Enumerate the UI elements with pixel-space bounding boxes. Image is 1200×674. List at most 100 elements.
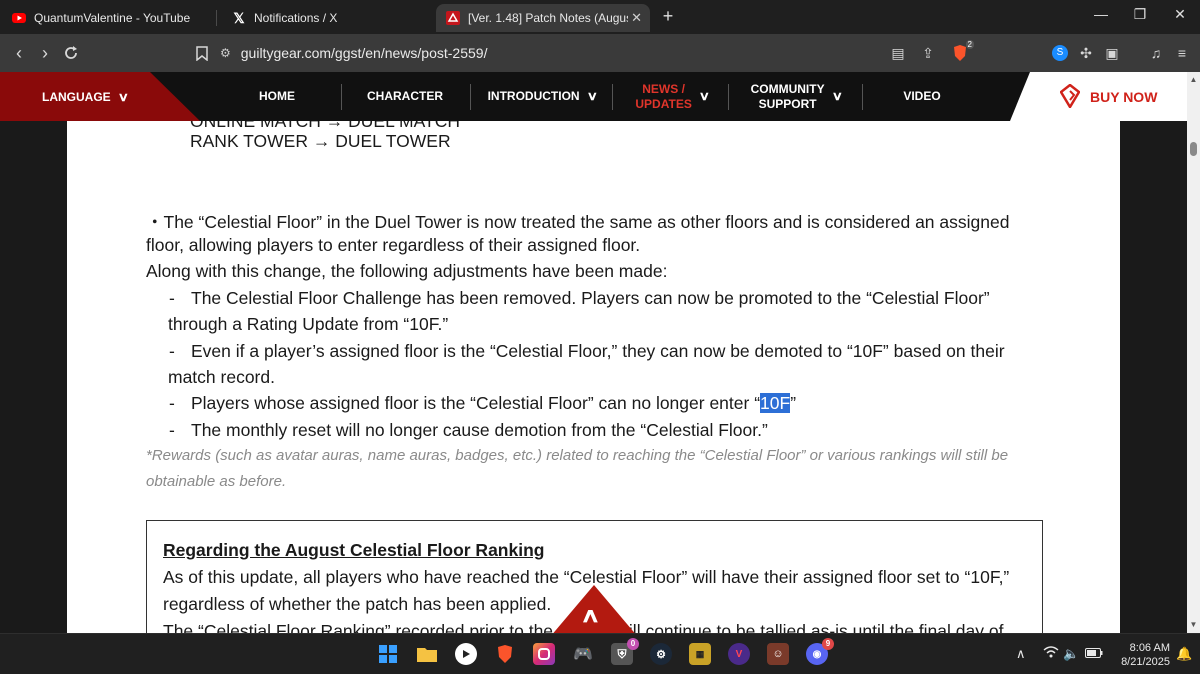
site-info-icon[interactable]: ⚙	[220, 46, 231, 60]
para1-line3: Along with this change, the following ad…	[146, 261, 668, 281]
tab-youtube[interactable]: QuantumValentine - YouTube	[2, 4, 202, 32]
chevron-down-icon: ∨	[698, 89, 710, 103]
security-icon[interactable]: ⛨ 0	[611, 638, 639, 665]
back-button[interactable]: ‹	[8, 42, 30, 64]
close-window-icon[interactable]: ✕	[1168, 6, 1192, 23]
discord-icon[interactable]: ◉ 9	[806, 638, 834, 665]
buy-now-label: BUY NOW	[1090, 88, 1158, 105]
forward-button[interactable]: ›	[34, 42, 56, 64]
discord-notification-badge: 9	[822, 638, 834, 650]
nav-community-line1: COMMUNITY	[750, 81, 825, 96]
nav-divider	[728, 84, 729, 110]
page-scrollbar[interactable]: ▲ ▼	[1187, 72, 1200, 633]
nav-video[interactable]: VIDEO	[880, 72, 964, 121]
media-player-icon[interactable]	[455, 643, 477, 665]
bullet2-line1: Even if a player’s assigned floor is the…	[191, 341, 1005, 361]
tab-x[interactable]: 𝕏 Notifications / X	[222, 4, 422, 32]
notifications-bell-icon[interactable]: 🔔	[1176, 646, 1192, 662]
battery-icon[interactable]	[1085, 646, 1103, 661]
game-icon[interactable]: ▦	[689, 643, 711, 665]
nav-divider	[862, 84, 863, 110]
nav-news-line2: UPDATES	[635, 96, 692, 111]
minimize-icon[interactable]: —	[1089, 6, 1113, 22]
scroll-down-arrow-icon[interactable]: ▼	[1188, 620, 1199, 629]
system-clock[interactable]: 8:06 AM 8/21/2025	[1108, 641, 1170, 669]
reader-mode-icon[interactable]: ▤	[888, 43, 908, 63]
nav-home[interactable]: HOME	[232, 72, 322, 121]
scroll-up-arrow-icon[interactable]: ▲	[1188, 75, 1199, 84]
tab-separator	[216, 10, 217, 26]
nav-community-support[interactable]: COMMUNITY SUPPORT ∨	[746, 72, 846, 121]
address-bar[interactable]: ⚙ guiltygear.com/ggst/en/news/post-2559/	[220, 40, 980, 66]
buy-now-button[interactable]: BUY NOW	[1010, 72, 1190, 121]
start-icon[interactable]	[377, 643, 399, 665]
nav-introduction[interactable]: INTRODUCTION ∨	[486, 72, 598, 121]
desktop-screen: QuantumValentine - YouTube 𝕏 Notificatio…	[0, 0, 1200, 674]
nav-character[interactable]: CHARACTER	[355, 72, 455, 121]
bullet1-line1: The Celestial Floor Challenge has been r…	[191, 288, 990, 308]
nav-news-updates[interactable]: NEWS / UPDATES ∨	[630, 72, 714, 121]
page-viewport: ONLINE MATCH → DUEL MATCH RANK TOWER → D…	[0, 121, 1187, 633]
bullet1-line2: through a Rating Update from “10F.”	[168, 314, 449, 334]
bullet-dash: -	[169, 420, 175, 440]
shazam-extension-icon[interactable]: S	[1050, 43, 1070, 63]
bookmark-icon[interactable]	[192, 43, 212, 63]
info-box-line1: As of this update, all players who have …	[163, 567, 1010, 587]
bullet3-text: Players whose assigned floor is the “Cel…	[191, 393, 761, 413]
brave-icon[interactable]	[494, 643, 516, 665]
music-icon[interactable]: ♫	[1146, 43, 1166, 63]
nav-divider	[470, 84, 471, 110]
browser-tab-strip: QuantumValentine - YouTube 𝕏 Notificatio…	[0, 0, 1200, 34]
chevron-up-icon: ∧	[580, 605, 601, 627]
menu-icon[interactable]: ≡	[1172, 43, 1192, 63]
selected-text-10f: 10F	[760, 393, 791, 413]
para1-line2: floor, allowing players to enter regardl…	[146, 235, 641, 255]
volume-icon[interactable]: 🔈	[1063, 646, 1079, 662]
rank-tower-line: RANK TOWER → DUEL TOWER	[190, 131, 451, 151]
info-box-heading: Regarding the August Celestial Floor Ran…	[163, 540, 545, 560]
x-logo-icon: 𝕏	[233, 9, 245, 26]
nav-community-label: COMMUNITY SUPPORT	[751, 82, 825, 112]
tab-patch-notes[interactable]: [Ver. 1.48] Patch Notes (August 2 ✕	[436, 4, 650, 32]
youtube-icon	[12, 11, 26, 25]
guilty-gear-icon	[446, 11, 460, 25]
bullet3-closing-quote: ”	[790, 393, 797, 413]
show-hidden-icons-chevron-icon[interactable]: ∧	[1016, 646, 1026, 662]
wifi-icon[interactable]	[1043, 646, 1059, 661]
chevron-down-icon: ∨	[831, 89, 843, 103]
brave-shields-icon[interactable]: 2	[950, 40, 974, 63]
nav-community-line2: SUPPORT	[758, 96, 817, 111]
reload-button[interactable]	[60, 42, 82, 64]
note-line2: obtainable as before.	[146, 473, 287, 490]
sidebar-icon[interactable]: ▣	[1102, 43, 1122, 63]
nav-divider	[341, 84, 342, 110]
scrollbar-thumb[interactable]	[1190, 142, 1197, 156]
bullet3-line: Players whose assigned floor is the “Cel…	[191, 393, 796, 414]
tab-x-title: Notifications / X	[254, 11, 338, 25]
para1-line1: ・The “Celestial Floor” in the Duel Tower…	[146, 212, 1010, 232]
close-tab-icon[interactable]: ✕	[631, 10, 642, 26]
instagram-icon[interactable]	[533, 643, 555, 665]
nav-news-line1: NEWS /	[642, 81, 685, 96]
nav-introduction-label: INTRODUCTION	[487, 89, 580, 103]
steam-icon[interactable]: ⚙	[650, 643, 672, 665]
bullet4-line: The monthly reset will no longer cause d…	[191, 420, 768, 440]
info-box-line2: regardless of whether the patch has been…	[163, 594, 552, 614]
file-explorer-icon[interactable]	[416, 643, 438, 665]
game-controller-icon[interactable]: 🎮	[572, 643, 594, 665]
tab-youtube-title: QuantumValentine - YouTube	[34, 11, 191, 25]
tab-patch-notes-title: [Ver. 1.48] Patch Notes (August 2	[468, 11, 628, 25]
extensions-icon[interactable]: ✣	[1076, 43, 1096, 63]
note-line1: *Rewards (such as avatar auras, name aur…	[146, 447, 1009, 464]
character-game-icon[interactable]: ☺	[767, 643, 789, 665]
bullet-dash: -	[169, 341, 175, 361]
url-text[interactable]: guiltygear.com/ggst/en/news/post-2559/	[241, 45, 488, 61]
language-selector[interactable]: LANGUAGE ∨	[0, 72, 200, 121]
windows-taskbar: 🎮 ⛨ 0 ⚙ ▦ V ☺ ◉ 9 ∧ 🔈 8:06 AM 8/21/2025 …	[0, 633, 1200, 674]
nav-news-label: NEWS / UPDATES	[635, 82, 691, 112]
new-tab-button[interactable]: +	[657, 6, 679, 27]
chevron-down-icon: ∨	[117, 89, 129, 104]
valorant-icon[interactable]: V	[728, 643, 750, 665]
share-icon[interactable]: ⇪	[918, 43, 938, 63]
restore-icon[interactable]: ❐	[1128, 6, 1152, 23]
